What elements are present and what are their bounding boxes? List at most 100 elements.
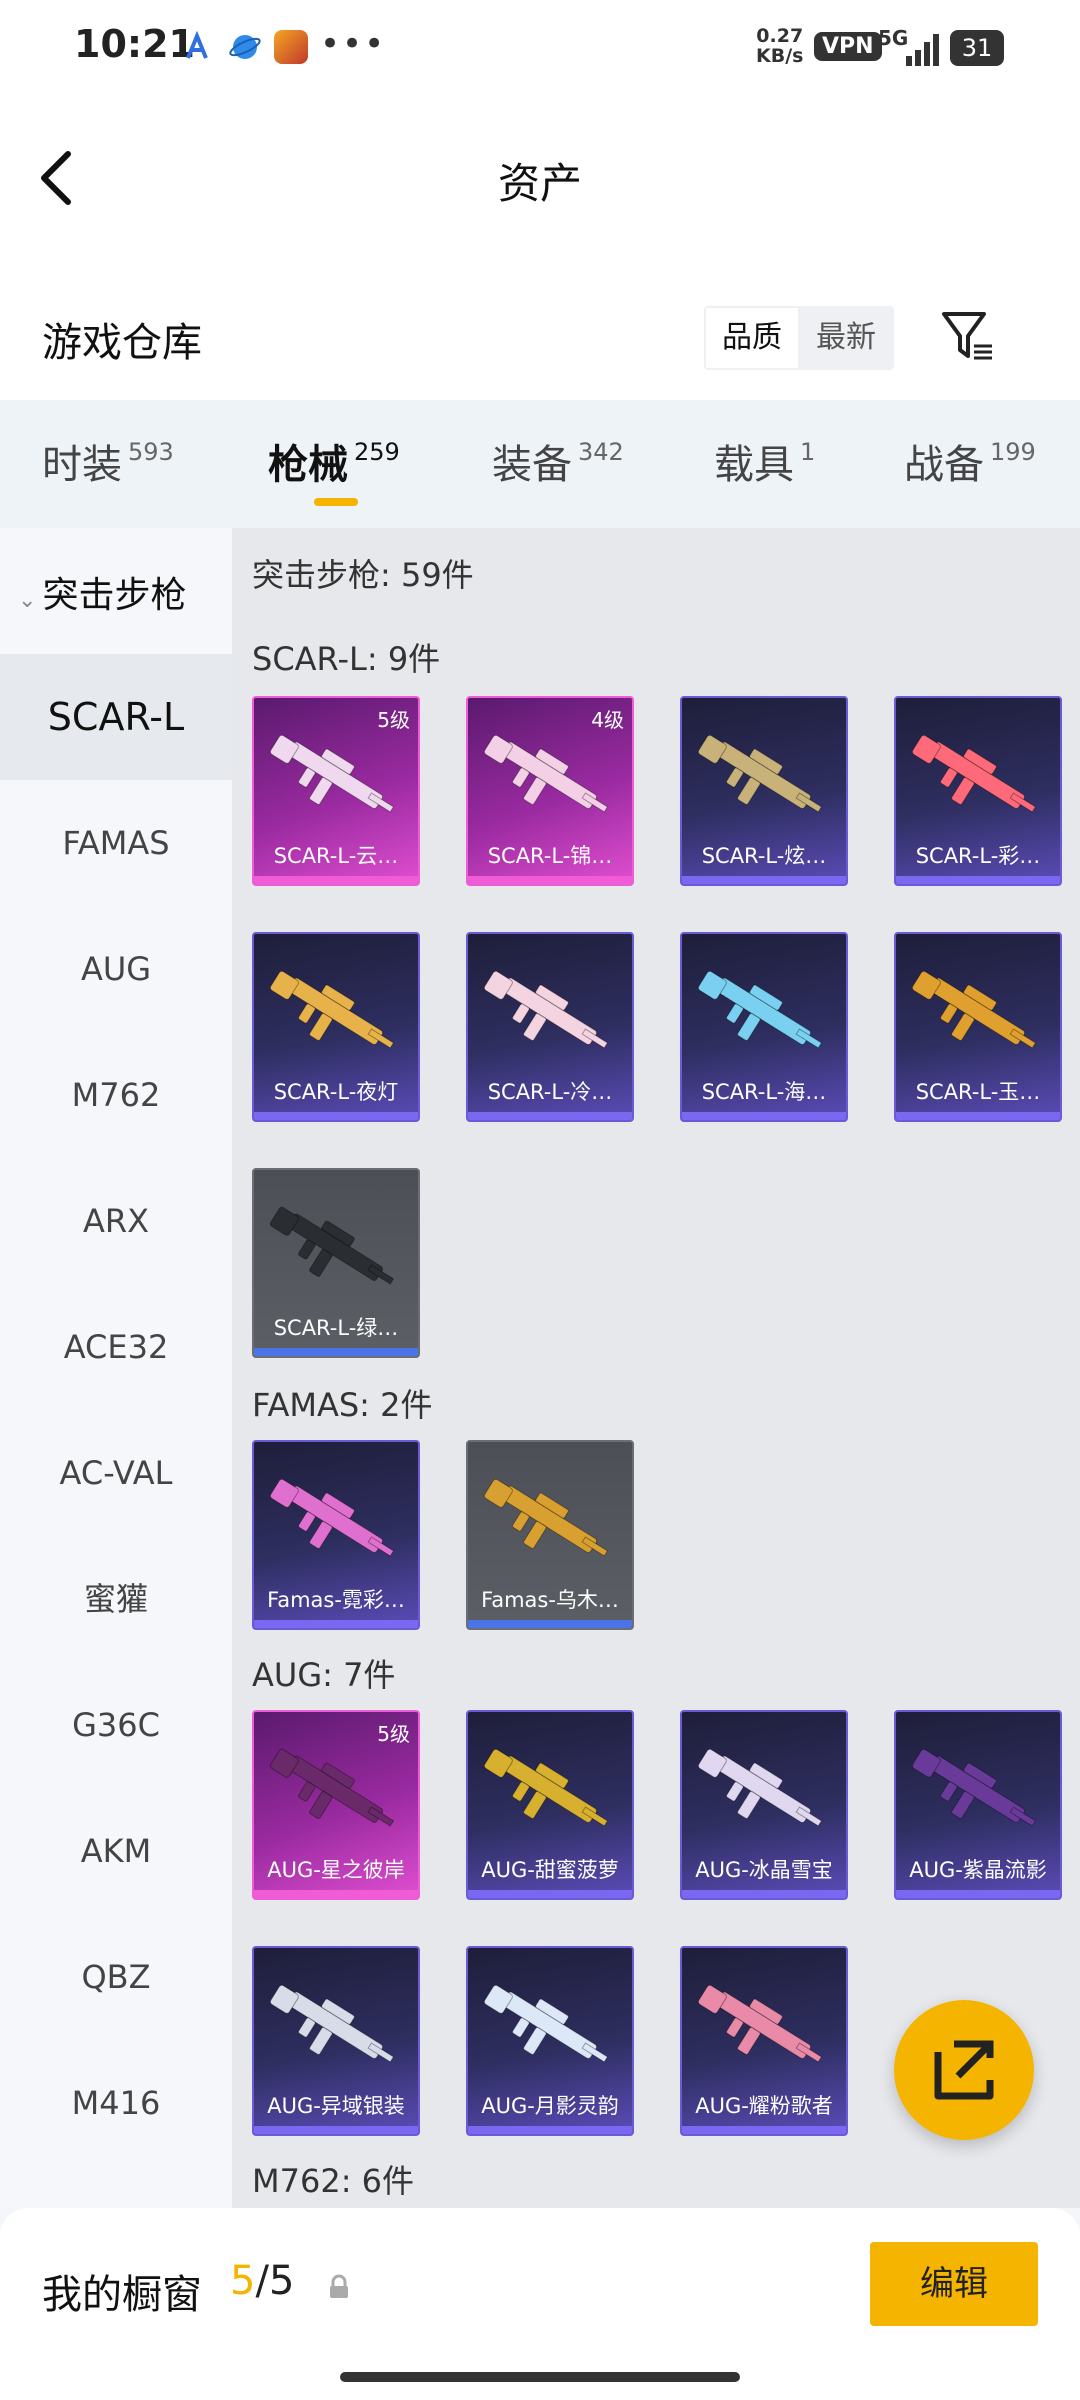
weapon-card[interactable]: SCAR-L-海…	[680, 932, 848, 1122]
status-time: 10:21	[74, 22, 195, 66]
sidebar-item-g36c[interactable]: G36C	[0, 1662, 232, 1788]
quality-strip	[896, 876, 1060, 884]
vpn-badge: VPN	[814, 32, 882, 61]
weapon-card[interactable]: AUG-月影灵韵	[466, 1946, 634, 2136]
weapon-card[interactable]: AUG-冰晶雪宝	[680, 1710, 848, 1900]
level-badge: 4级	[591, 708, 624, 732]
showcase-label: 我的橱窗	[42, 2272, 202, 2318]
network-speed: 0.27 KB/s	[756, 25, 804, 67]
filter-icon[interactable]	[940, 306, 996, 366]
weapon-card[interactable]: SCAR-L-绿…	[252, 1168, 420, 1358]
weapon-name: AUG-月影灵韵	[481, 2094, 619, 2118]
sidebar-item-arx[interactable]: ARX	[0, 1158, 232, 1284]
weapon-name: Famas-霓彩…	[267, 1588, 405, 1612]
edit-button[interactable]: 编辑	[870, 2242, 1038, 2326]
weapon-name: SCAR-L-海…	[701, 1080, 827, 1104]
page-title: 资产	[497, 159, 582, 208]
sidebar-item-ace32[interactable]: ACE32	[0, 1284, 232, 1410]
section-title-famas: FAMAS: 2件	[252, 1386, 433, 1424]
sidebar-item-scar-l[interactable]: SCAR-L	[0, 654, 232, 780]
chevron-down-icon: ⌄	[18, 588, 37, 613]
weapon-card[interactable]: 4级 SCAR-L-锦…	[466, 696, 634, 886]
weapon-card[interactable]: SCAR-L-冷…	[466, 932, 634, 1122]
weapon-name: Famas-乌木…	[481, 1588, 619, 1612]
weapon-name: SCAR-L-玉…	[915, 1080, 1041, 1104]
browser-icon	[229, 35, 261, 59]
sort-quality-button[interactable]: 品质	[706, 308, 798, 368]
quality-strip	[468, 1112, 632, 1120]
quality-strip	[682, 2126, 846, 2134]
quality-strip	[254, 1112, 418, 1120]
weapon-name: AUG-异域银装	[267, 2094, 405, 2118]
quality-strip	[468, 876, 632, 884]
share-button[interactable]	[894, 2000, 1034, 2140]
app-a-icon	[186, 30, 208, 59]
quality-strip	[254, 876, 418, 884]
quality-strip	[896, 1890, 1060, 1898]
weapon-name: SCAR-L-绿…	[273, 1316, 399, 1340]
sidebar-item-aug[interactable]: AUG	[0, 906, 232, 1032]
status-bar: 10:21 ••• 0.27 KB/s VPN 5G 31	[0, 0, 1080, 100]
more-notifications-icon: •••	[320, 24, 387, 64]
active-tab-indicator	[314, 498, 358, 506]
tab-supplies[interactable]: 战备 199	[904, 432, 1036, 490]
weapon-name: SCAR-L-锦…	[487, 844, 613, 868]
weapon-card[interactable]: AUG-紫晶流影	[894, 1710, 1062, 1900]
tab-vehicles[interactable]: 载具 1	[714, 432, 815, 490]
weapon-name: SCAR-L-彩…	[915, 844, 1041, 868]
weapon-name: AUG-星之彼岸	[267, 1858, 405, 1882]
quality-strip	[254, 1890, 418, 1898]
weapon-card[interactable]: AUG-异域银装	[252, 1946, 420, 2136]
showcase-count: 5/5	[230, 2258, 295, 2304]
battery-icon: 31	[950, 30, 1004, 66]
weapon-card[interactable]: SCAR-L-彩…	[894, 696, 1062, 886]
weapon-card[interactable]: AUG-耀粉歌者	[680, 1946, 848, 2136]
quality-strip	[254, 1348, 418, 1356]
weapon-name: SCAR-L-冷…	[487, 1080, 613, 1104]
weapon-name: AUG-耀粉歌者	[695, 2094, 833, 2118]
sidebar-item-akm[interactable]: AKM	[0, 1788, 232, 1914]
quality-strip	[682, 1112, 846, 1120]
game-app-icon	[274, 30, 308, 64]
home-indicator	[340, 2372, 740, 2382]
weapon-name: SCAR-L-夜灯	[273, 1080, 399, 1104]
weapon-card[interactable]: SCAR-L-夜灯	[252, 932, 420, 1122]
quality-strip	[254, 2126, 418, 2134]
weapon-name: SCAR-L-炫…	[701, 844, 827, 868]
quality-strip	[896, 1112, 1060, 1120]
sidebar-item-ac-val[interactable]: AC-VAL	[0, 1410, 232, 1536]
tab-guns[interactable]: 枪械 259	[268, 432, 400, 490]
section-title-scar-l: SCAR-L: 9件	[252, 640, 441, 678]
signal-icon	[906, 34, 939, 66]
section-title-aug: AUG: 7件	[252, 1656, 396, 1694]
sidebar-item-qbz[interactable]: QBZ	[0, 1914, 232, 2040]
weapon-card[interactable]: Famas-乌木…	[466, 1440, 634, 1630]
weapon-card[interactable]: 5级 AUG-星之彼岸	[252, 1710, 420, 1900]
warehouse-title: 游戏仓库	[42, 320, 202, 366]
weapon-card[interactable]: 5级 SCAR-L-云…	[252, 696, 420, 886]
quality-strip	[468, 2126, 632, 2134]
sidebar-item-honey-badger[interactable]: 蜜獾	[0, 1536, 232, 1662]
quality-strip	[468, 1890, 632, 1898]
sidebar-item-famas[interactable]: FAMAS	[0, 780, 232, 906]
level-badge: 5级	[377, 708, 410, 732]
weapon-card[interactable]: SCAR-L-炫…	[680, 696, 848, 886]
weapon-card[interactable]: Famas-霓彩…	[252, 1440, 420, 1630]
weapon-card[interactable]: SCAR-L-玉…	[894, 932, 1062, 1122]
weapon-name: AUG-紫晶流影	[909, 1858, 1047, 1882]
sort-latest-button[interactable]: 最新	[800, 308, 892, 368]
lock-icon	[330, 2274, 348, 2298]
sidebar-item-m416[interactable]: M416	[0, 2040, 232, 2166]
tab-fashion[interactable]: 时装 593	[42, 432, 174, 490]
quality-strip	[468, 1620, 632, 1628]
category-summary: 突击步枪: 59件	[252, 556, 474, 594]
weapon-card[interactable]: AUG-甜蜜菠萝	[466, 1710, 634, 1900]
tab-equipment[interactable]: 装备 342	[492, 432, 624, 490]
sidebar-group-header[interactable]: ⌄ 突击步枪	[18, 566, 186, 618]
level-badge: 5级	[377, 1722, 410, 1746]
quality-strip	[682, 876, 846, 884]
quality-strip	[682, 1890, 846, 1898]
weapon-name: SCAR-L-云…	[273, 844, 399, 868]
share-icon	[934, 2040, 994, 2100]
sidebar-item-m762[interactable]: M762	[0, 1032, 232, 1158]
